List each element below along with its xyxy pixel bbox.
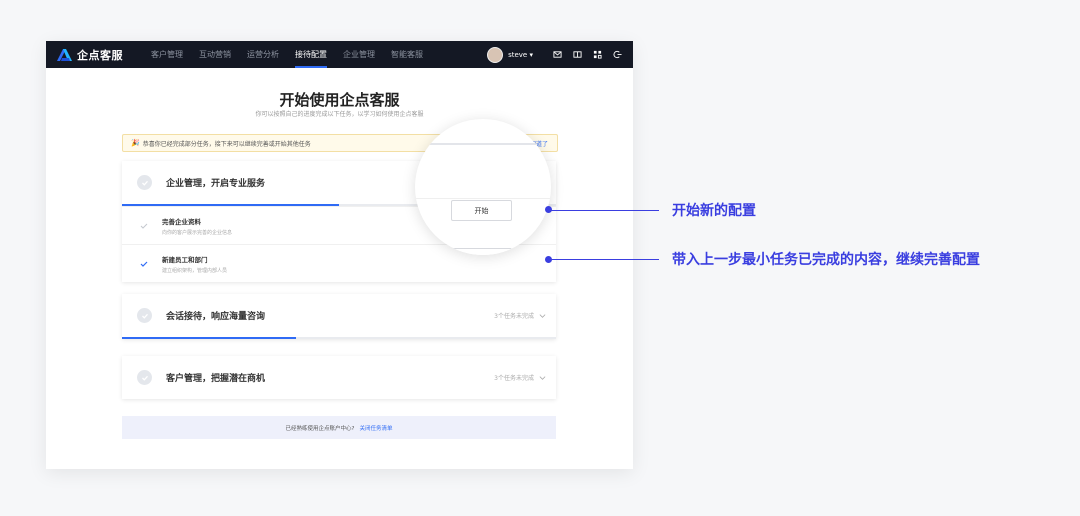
avatar[interactable] — [487, 46, 504, 63]
check-circle-icon — [137, 370, 152, 385]
app-name: 企点客服 — [77, 48, 123, 62]
nav-item-reception-config[interactable]: 接待配置 — [287, 41, 335, 68]
grid-icon[interactable] — [592, 50, 602, 60]
continue-button[interactable]: 继续 — [451, 248, 512, 255]
task-description: 向你的客户展示完善的企业信息 — [162, 229, 233, 236]
section-title: 客户管理，把握潜在商机 — [166, 374, 266, 384]
annotation-continue: 带入上一步最小任务已完成的内容，继续完善配置 — [672, 252, 980, 268]
header-actions: steve ▾ — [487, 41, 627, 68]
nav-item-analytics[interactable]: 运营分析 — [239, 41, 287, 68]
logo[interactable]: 企点客服 — [56, 47, 123, 63]
chevron-down-icon — [539, 376, 546, 380]
main-nav: 客户管理 互动营销 运营分析 接待配置 企业管理 智能客服 — [143, 41, 431, 68]
logout-icon[interactable] — [612, 50, 622, 60]
task-description: 建立组织架构，管理内部人员 — [162, 267, 228, 274]
annotation-connector — [551, 210, 659, 211]
nav-item-customer[interactable]: 客户管理 — [143, 41, 191, 68]
nav-item-enterprise[interactable]: 企业管理 — [335, 41, 383, 68]
nav-item-marketing[interactable]: 互动营销 — [191, 41, 239, 68]
check-circle-icon — [137, 175, 152, 190]
divider — [415, 198, 551, 199]
footer-text: 已经熟练使用企点账户中心? — [285, 425, 355, 432]
chevron-down-icon — [539, 314, 546, 318]
start-button[interactable]: 开始 — [451, 200, 512, 221]
check-icon — [140, 222, 148, 230]
party-icon: 🎉 — [131, 139, 140, 147]
section-title: 会话接待，响应海量咨询 — [166, 312, 266, 322]
app-window: 企点客服 客户管理 互动营销 运营分析 接待配置 企业管理 智能客服 steve… — [46, 41, 633, 469]
section-progress — [122, 337, 556, 339]
close-task-list-link[interactable]: 关闭任务清单 — [359, 424, 392, 432]
page-title: 开始使用企点客服 — [279, 91, 400, 109]
section-header[interactable]: 客户管理，把握潜在商机 3个任务未完成 — [122, 356, 556, 399]
progress-fill — [122, 337, 296, 339]
book-icon[interactable] — [572, 50, 582, 60]
status-text: 3个任务未完成 — [494, 375, 534, 382]
magnifier-callout: 开始 继续 — [415, 119, 551, 255]
section-status: 3个任务未完成 — [494, 311, 546, 320]
section-card-customer: 客户管理，把握潜在商机 3个任务未完成 — [122, 356, 556, 399]
section-title: 企业管理，开启专业服务 — [166, 179, 266, 189]
task-name: 完善企业资料 — [162, 217, 201, 226]
logo-icon — [57, 48, 72, 61]
check-circle-icon — [137, 308, 152, 323]
task-name: 新建员工和部门 — [162, 255, 208, 264]
section-header[interactable]: 会话接待，响应海量咨询 3个任务未完成 — [122, 294, 556, 337]
top-navbar: 企点客服 客户管理 互动营销 运营分析 接待配置 企业管理 智能客服 steve… — [46, 41, 633, 68]
section-status: 3个任务未完成 — [494, 373, 546, 382]
chevron-down-icon: ▾ — [529, 50, 533, 59]
user-menu[interactable]: steve ▾ — [508, 51, 533, 59]
annotation-connector — [551, 259, 659, 260]
annotation-start: 开始新的配置 — [672, 203, 756, 219]
page-subtitle: 你可以按照自己的进度完成以下任务，以学习如何使用企点客服 — [255, 111, 424, 118]
user-name: steve — [508, 50, 528, 59]
footer-bar: 已经熟练使用企点账户中心? 关闭任务清单 — [122, 416, 556, 439]
magnified-progress — [415, 143, 551, 145]
status-text: 3个任务未完成 — [494, 313, 534, 320]
section-card-conversation: 会话接待，响应海量咨询 3个任务未完成 — [122, 294, 556, 339]
check-icon — [140, 260, 148, 268]
mail-icon[interactable] — [552, 50, 562, 60]
notice-text: 恭喜你已经完成部分任务，接下来可以继续完善或开始其他任务 — [142, 140, 311, 148]
nav-item-smart-service[interactable]: 智能客服 — [383, 41, 431, 68]
